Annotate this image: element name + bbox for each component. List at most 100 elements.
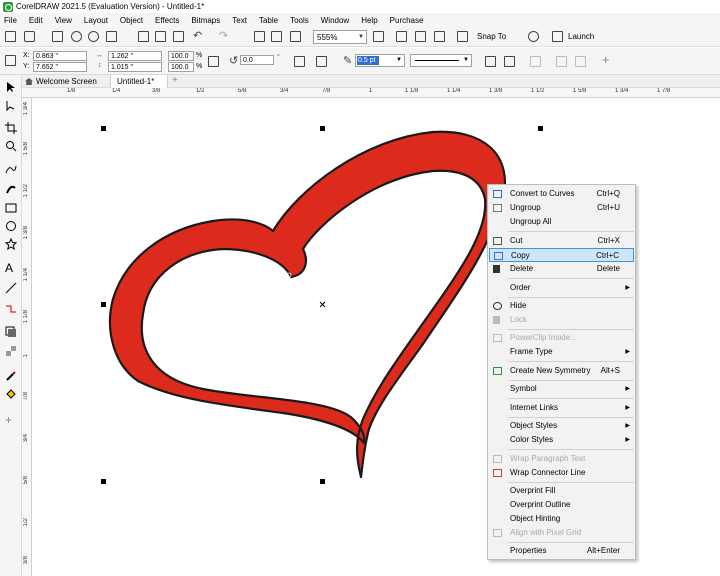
menu-symbol[interactable]: Symbol ▶: [489, 382, 634, 396]
menu-object[interactable]: Object: [120, 16, 143, 25]
menu-layout[interactable]: Layout: [84, 16, 108, 25]
dimension-tool-icon[interactable]: [5, 282, 17, 294]
tab-welcome-screen[interactable]: Welcome Screen: [22, 75, 110, 88]
menu-internet-links[interactable]: Internet Links ▶: [489, 401, 634, 415]
break-link-icon[interactable]: [485, 56, 496, 67]
cloud-upload-icon[interactable]: [88, 31, 99, 42]
menu-order[interactable]: Order ▶: [489, 281, 634, 295]
menu-copy[interactable]: Copy Ctrl+C: [489, 248, 634, 262]
menu-table[interactable]: Table: [259, 16, 278, 25]
scale-width-input[interactable]: 100.0: [168, 51, 194, 61]
add-tool-plus-icon[interactable]: +: [5, 413, 17, 427]
menu-ungroup-all[interactable]: Ungroup All: [489, 215, 634, 229]
copy-tool-icon[interactable]: [155, 31, 166, 42]
gear-icon[interactable]: [528, 31, 539, 42]
freehand-tool-icon[interactable]: [5, 163, 17, 175]
to-back-icon[interactable]: [575, 56, 586, 67]
zoom-level-select[interactable]: 555% ▼: [313, 30, 367, 44]
open-folder-icon[interactable]: [24, 31, 35, 42]
undo-icon[interactable]: ↶: [193, 29, 202, 42]
paste-icon[interactable]: [173, 31, 184, 42]
rectangle-tool-icon[interactable]: [5, 202, 17, 214]
menu-help[interactable]: Help: [361, 16, 377, 25]
menu-delete[interactable]: Delete Delete: [489, 262, 634, 276]
vertical-ruler[interactable]: 1 3/4 1 5/8 1 1/2 1 3/8 1 1/4 1 1/8 1 7/…: [22, 98, 32, 576]
width-input[interactable]: 1.262 ": [108, 51, 162, 61]
menu-effects[interactable]: Effects: [155, 16, 179, 25]
menu-powerclip-inside[interactable]: PowerClip Inside...: [489, 331, 634, 345]
grid-icon[interactable]: [415, 31, 426, 42]
reference-point-icon[interactable]: [5, 55, 16, 66]
unlink-icon[interactable]: [504, 56, 515, 67]
eyedropper-icon[interactable]: [5, 370, 17, 382]
shape-tool-icon[interactable]: [5, 100, 17, 112]
menu-overprint-outline[interactable]: Overprint Outline: [489, 498, 634, 512]
scale-height-input[interactable]: 100.0: [168, 62, 194, 72]
text-tool-icon[interactable]: A: [5, 261, 17, 275]
menu-file[interactable]: File: [4, 16, 17, 25]
redo-icon[interactable]: ↷: [219, 29, 228, 42]
export-pdf-icon[interactable]: [290, 31, 301, 42]
height-input[interactable]: 1.015 ": [108, 62, 162, 72]
menu-wrap-connector-line[interactable]: Wrap Connector Line: [489, 466, 634, 480]
snap-to-button[interactable]: Snap To: [477, 32, 506, 41]
import-icon[interactable]: [254, 31, 265, 42]
menu-text[interactable]: Text: [232, 16, 247, 25]
menu-frame-type[interactable]: Frame Type ▶: [489, 345, 634, 359]
launch-icon[interactable]: [552, 31, 563, 42]
new-document-icon[interactable]: [5, 31, 16, 42]
transparency-icon[interactable]: [5, 345, 17, 357]
crop-tool-icon[interactable]: [5, 122, 17, 134]
menu-ungroup[interactable]: Ungroup Ctrl+U: [489, 201, 634, 215]
menu-object-hinting[interactable]: Object Hinting: [489, 512, 634, 526]
plus-icon[interactable]: +: [602, 52, 610, 67]
fill-bucket-icon[interactable]: [5, 388, 17, 400]
full-screen-icon[interactable]: [373, 31, 384, 42]
lock-ratio-icon[interactable]: [208, 56, 219, 67]
menu-bitmaps[interactable]: Bitmaps: [191, 16, 220, 25]
drop-shadow-icon[interactable]: [5, 326, 17, 338]
zoom-tool-icon[interactable]: [5, 140, 17, 152]
menu-view[interactable]: View: [55, 16, 72, 25]
polygon-tool-icon[interactable]: [4, 237, 18, 251]
artistic-media-icon[interactable]: [5, 183, 17, 195]
menu-align-with-pixel-grid[interactable]: Align with Pixel Grid: [489, 526, 634, 540]
launch-button[interactable]: Launch: [568, 32, 594, 41]
guidelines-icon[interactable]: [434, 31, 445, 42]
outline-width-select[interactable]: 0.5 pt ▼: [355, 54, 405, 67]
menu-convert-to-curves[interactable]: Convert to Curves Ctrl+Q: [489, 187, 634, 201]
ellipse-tool-icon[interactable]: [5, 220, 17, 232]
cloud-icon[interactable]: [71, 31, 82, 42]
menu-cut[interactable]: Cut Ctrl+X: [489, 234, 634, 248]
y-position-input[interactable]: 7.652 ": [33, 62, 87, 72]
save-icon[interactable]: [52, 31, 63, 42]
menu-lock[interactable]: Lock: [489, 313, 634, 327]
cut-tool-icon[interactable]: [138, 31, 149, 42]
pick-tool-icon[interactable]: [5, 81, 17, 93]
menu-purchase[interactable]: Purchase: [390, 16, 424, 25]
x-position-input[interactable]: 0.863 ": [33, 51, 87, 61]
menu-properties[interactable]: Properties Alt+Enter: [489, 544, 634, 558]
line-style-select[interactable]: ▼: [410, 54, 472, 67]
menu-tools[interactable]: Tools: [290, 16, 309, 25]
add-tab-icon[interactable]: +: [172, 75, 178, 86]
menu-object-styles[interactable]: Object Styles ▶: [489, 419, 634, 433]
mirror-vertical-icon[interactable]: [316, 56, 327, 67]
tab-untitled-1[interactable]: Untitled-1*: [110, 75, 168, 88]
wrap-text-icon[interactable]: [530, 56, 541, 67]
menu-window[interactable]: Window: [321, 16, 349, 25]
export-icon[interactable]: [271, 31, 282, 42]
connector-tool-icon[interactable]: [5, 303, 17, 315]
menu-overprint-fill[interactable]: Overprint Fill: [489, 484, 634, 498]
menu-wrap-paragraph-text[interactable]: Wrap Paragraph Text: [489, 452, 634, 466]
to-front-icon[interactable]: [556, 56, 567, 67]
mirror-horizontal-icon[interactable]: [294, 56, 305, 67]
rulers-icon[interactable]: [396, 31, 407, 42]
menu-color-styles[interactable]: Color Styles ▶: [489, 433, 634, 447]
menu-edit[interactable]: Edit: [29, 16, 43, 25]
snap-to-icon[interactable]: [457, 31, 468, 42]
menu-hide[interactable]: Hide: [489, 299, 634, 313]
print-icon[interactable]: [106, 31, 117, 42]
rotation-input[interactable]: 0.0: [240, 55, 274, 65]
menu-create-new-symmetry[interactable]: Create New Symmetry Alt+S: [489, 364, 634, 378]
